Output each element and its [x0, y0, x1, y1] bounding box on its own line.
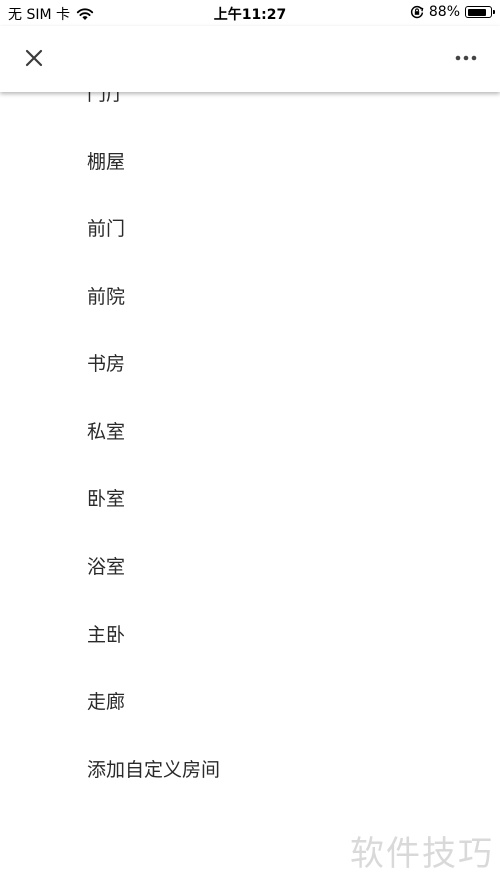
room-item-front-door[interactable]: 前门 — [0, 201, 500, 253]
room-item-label: 棚屋 — [87, 150, 126, 173]
room-item-study[interactable]: 书房 — [0, 336, 500, 388]
status-right: 88% — [410, 4, 495, 20]
battery-icon — [465, 6, 495, 18]
room-item-label: 私室 — [87, 420, 126, 443]
room-item-label: 走廊 — [87, 690, 126, 713]
room-item-label: 卧室 — [87, 487, 126, 510]
room-item-front-yard[interactable]: 前院 — [0, 269, 500, 321]
watermark: 软件技巧 — [350, 834, 494, 874]
room-item-label: 书房 — [87, 352, 126, 375]
room-item-bedroom[interactable]: 卧室 — [0, 471, 500, 523]
close-icon — [25, 49, 43, 67]
room-item-label: 前门 — [87, 217, 126, 240]
room-item-hallway[interactable]: 走廊 — [0, 674, 500, 726]
rotation-lock-icon — [410, 5, 424, 19]
room-item-label: 浴室 — [87, 555, 126, 578]
room-item-label: 添加自定义房间 — [87, 758, 221, 781]
room-item-private-room[interactable]: 私室 — [0, 404, 500, 456]
room-item-bathroom[interactable]: 浴室 — [0, 539, 500, 591]
battery-percent: 88% — [428, 4, 460, 20]
close-button[interactable] — [18, 42, 50, 74]
add-custom-room-item[interactable]: 添加自定义房间 — [0, 742, 500, 794]
more-horizontal-icon — [455, 55, 477, 61]
top-toolbar — [0, 26, 500, 92]
status-bar: 无 SIM 卡 上午11:27 88% — [0, 0, 500, 26]
room-item-master-bedroom[interactable]: 主卧 — [0, 607, 500, 659]
battery-fill — [467, 8, 486, 16]
more-options-button[interactable] — [450, 42, 482, 74]
room-item-label: 前院 — [87, 285, 126, 308]
room-item-shed[interactable]: 棚屋 — [0, 134, 500, 186]
room-item-label: 主卧 — [87, 623, 126, 646]
